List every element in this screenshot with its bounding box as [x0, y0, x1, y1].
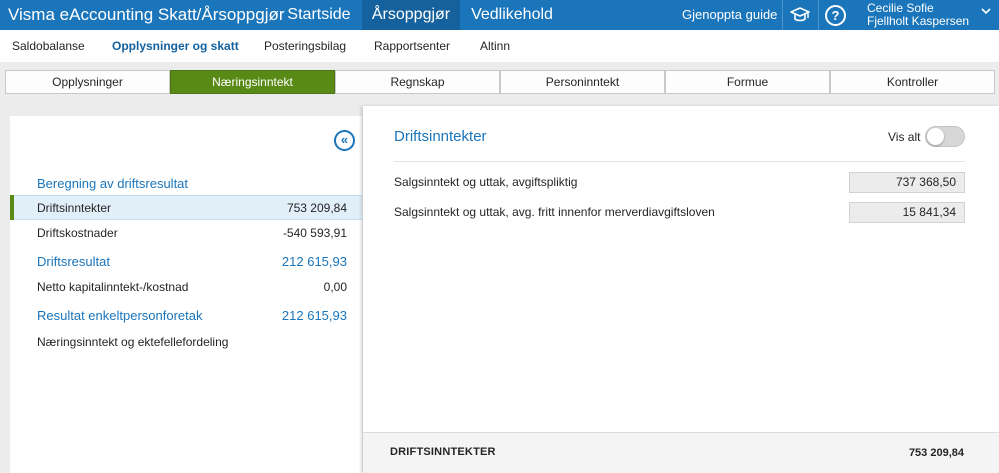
row-naeringsinntekt-ektefellefordeling[interactable]: Næringsinntekt og ektefellefordeling [10, 330, 362, 355]
divider [394, 161, 965, 162]
nav-arsoppgjor[interactable]: Årsoppgjør [362, 0, 460, 30]
row-driftsinntekter[interactable]: Driftsinntekter 753 209,84 [10, 195, 362, 220]
nav-vedlikehold[interactable]: Vedlikehold [462, 0, 562, 30]
row-value: 212 615,93 [281, 308, 347, 323]
subnav-altinn[interactable]: Altinn [480, 30, 510, 62]
sub-navigation: Saldobalanse Opplysninger og skatt Poste… [0, 30, 999, 62]
vis-alt-label: Vis alt [888, 130, 921, 144]
row-driftsresultat[interactable]: Driftsresultat 212 615,93 [10, 250, 362, 275]
subnav-rapportsenter[interactable]: Rapportsenter [374, 30, 450, 62]
row-driftskostnader[interactable]: Driftskostnader -540 593,91 [10, 221, 362, 246]
subnav-opplysninger-og-skatt[interactable]: Opplysninger og skatt [112, 30, 239, 62]
graduation-cap-icon [789, 7, 810, 22]
selection-indicator [10, 195, 14, 220]
toggle-knob [927, 128, 944, 145]
row-value: -540 593,91 [282, 226, 347, 240]
field-salgsinntekt-avgiftsfri[interactable]: 15 841,34 [849, 202, 965, 223]
row-label: Resultat enkeltpersonforetak [37, 308, 203, 323]
app-title[interactable]: Visma eAccounting Skatt/Årsoppgjør [8, 0, 285, 30]
top-bar: Visma eAccounting Skatt/Årsoppgjør Start… [0, 0, 999, 30]
tab-naeringsinntekt[interactable]: Næringsinntekt [170, 70, 335, 94]
resume-guide-button[interactable]: Gjenoppta guide [682, 0, 777, 30]
field-label-salgsinntekt-avgiftsfri: Salgsinntekt og uttak, avg. fritt innenf… [394, 205, 715, 219]
row-resultat-enkeltpersonforetak[interactable]: Resultat enkeltpersonforetak 212 615,93 [10, 304, 362, 329]
help-icon: ? [825, 4, 846, 26]
row-label: Driftsinntekter [37, 201, 112, 215]
graduation-cap-button[interactable] [782, 0, 816, 30]
row-value: 212 615,93 [281, 254, 347, 269]
tab-personinntekt[interactable]: Personinntekt [500, 70, 665, 94]
subnav-posteringsbilag[interactable]: Posteringsbilag [264, 30, 346, 62]
section-title: Beregning av driftsresultat [37, 176, 189, 191]
detail-footer: DRIFTSINNTEKTER 753 209,84 [363, 432, 999, 473]
field-label-salgsinntekt-avgiftspliktig: Salgsinntekt og uttak, avgiftspliktig [394, 175, 578, 189]
help-button[interactable]: ? [818, 0, 852, 30]
nav-startside[interactable]: Startside [277, 0, 361, 30]
footer-total-value: 753 209,84 [908, 447, 964, 459]
chevron-down-icon[interactable] [980, 5, 992, 17]
row-value: 753 209,84 [286, 201, 347, 215]
subnav-saldobalanse[interactable]: Saldobalanse [12, 30, 85, 62]
row-value: 0,00 [323, 280, 347, 294]
detail-title: Driftsinntekter [394, 128, 487, 145]
user-name[interactable]: Cecilie Sofie Fjellholt Kaspersen [867, 2, 977, 28]
field-salgsinntekt-avgiftspliktig[interactable]: 737 368,50 [849, 172, 965, 193]
detail-panel: Driftsinntekter Vis alt Salgsinntekt og … [363, 106, 999, 473]
tab-formue[interactable]: Formue [665, 70, 830, 94]
row-label: Næringsinntekt og ektefellefordeling [37, 335, 229, 349]
row-netto-kapitalinntekt[interactable]: Netto kapitalinntekt-/kostnad 0,00 [10, 275, 362, 300]
tab-bar: Opplysninger Næringsinntekt Regnskap Per… [5, 70, 995, 95]
footer-total-label: DRIFTSINNTEKTER [390, 446, 496, 458]
row-label: Driftsresultat [37, 254, 110, 269]
row-label: Driftskostnader [37, 226, 118, 240]
vis-alt-toggle[interactable] [925, 126, 965, 147]
tab-regnskap[interactable]: Regnskap [335, 70, 500, 94]
tab-opplysninger[interactable]: Opplysninger [5, 70, 170, 94]
double-chevron-left-icon[interactable]: « [334, 130, 355, 151]
tab-kontroller[interactable]: Kontroller [830, 70, 995, 94]
row-label: Netto kapitalinntekt-/kostnad [37, 280, 189, 294]
